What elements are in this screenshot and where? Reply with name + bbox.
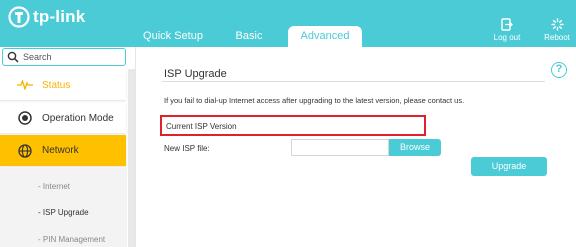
title-divider: [162, 81, 545, 82]
main-content: ISP Upgrade ? If you fail to dial-up Int…: [136, 47, 576, 247]
current-isp-version-label: Current ISP Version: [166, 122, 237, 131]
toggle-icon: [12, 111, 38, 125]
tp-link-logo: tp-link: [8, 6, 85, 28]
sidebar-item-operation-mode[interactable]: Operation Mode: [0, 103, 126, 133]
logout-label: Log out: [493, 33, 521, 42]
submenu-item-isp-upgrade[interactable]: - ISP Upgrade: [38, 208, 89, 217]
page-title: ISP Upgrade: [164, 68, 227, 80]
sidebar-scrollbar[interactable]: [128, 69, 135, 247]
logout-icon: [501, 18, 513, 31]
reboot-label: Reboot: [544, 33, 570, 42]
top-header: tp-link Quick Setup Basic Advanced Log o…: [0, 0, 576, 47]
search-input[interactable]: Search: [2, 48, 126, 66]
submenu-item-internet[interactable]: - Internet: [38, 182, 70, 191]
brand-name: tp-link: [33, 7, 86, 26]
globe-icon: [12, 143, 38, 158]
sidebar-item-label: Status: [42, 79, 71, 91]
tp-link-logo-icon: [8, 6, 30, 28]
search-icon: [7, 51, 19, 63]
sidebar-item-label: Network: [42, 145, 79, 156]
tab-basic[interactable]: Basic: [218, 26, 280, 47]
pulse-icon: [12, 80, 38, 90]
sidebar: Search Status Operation Mode Network - I…: [0, 47, 136, 247]
reboot-icon: [550, 18, 564, 31]
isp-file-input[interactable]: [291, 139, 389, 156]
submenu-item-pin-management[interactable]: - PIN Management: [38, 235, 105, 244]
upgrade-button[interactable]: Upgrade: [471, 157, 547, 176]
tab-quick-setup[interactable]: Quick Setup: [138, 26, 208, 47]
logout-button[interactable]: Log out: [489, 18, 525, 42]
help-icon[interactable]: ?: [551, 62, 567, 78]
tab-advanced[interactable]: Advanced: [288, 26, 362, 47]
upgrade-notice: If you fail to dial-up Internet access a…: [164, 96, 465, 105]
sidebar-item-status[interactable]: Status: [0, 70, 126, 100]
sidebar-item-label: Operation Mode: [42, 112, 114, 124]
new-isp-file-label: New ISP file:: [164, 144, 210, 153]
search-placeholder: Search: [23, 52, 52, 62]
browse-button[interactable]: Browse: [389, 139, 441, 156]
network-submenu: - Internet - ISP Upgrade - PIN Managemen…: [0, 168, 127, 247]
current-isp-version-row: Current ISP Version: [160, 115, 426, 136]
sidebar-item-network[interactable]: Network: [0, 135, 126, 166]
reboot-button[interactable]: Reboot: [539, 18, 575, 42]
